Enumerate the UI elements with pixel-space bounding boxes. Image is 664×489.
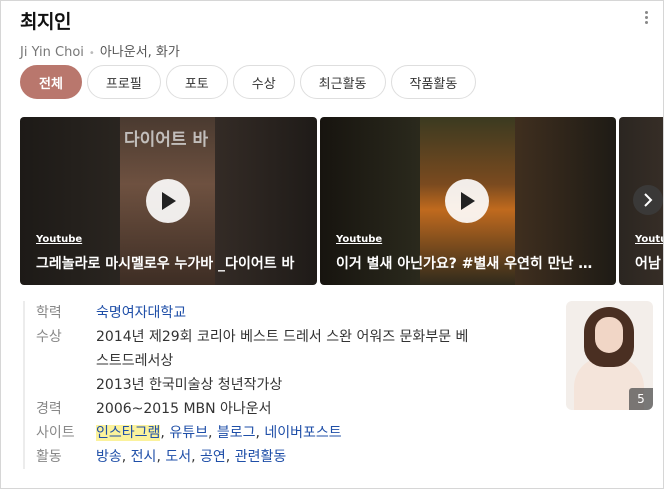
career-text: 2006~2015 MBN 아나운서: [96, 401, 272, 417]
site-link-youtube[interactable]: 유튜브: [169, 425, 208, 441]
thumbnail-overlay-text: 다이어트 바: [124, 130, 209, 150]
profile-header: 최지인 Ji Yin Choi • 아나운서, 화가: [20, 7, 180, 60]
tab-photo[interactable]: 포토: [165, 65, 228, 99]
video-title[interactable]: 어남: [635, 253, 663, 273]
tab-awards[interactable]: 수상: [232, 65, 295, 99]
carousel-next-button[interactable]: [633, 185, 663, 215]
video-carousel: 다이어트 바 Youtube 그레놀라로 마시멜로우 누가바 _다이어트 바 Y…: [20, 117, 663, 285]
profile-name: 최지인: [20, 11, 71, 33]
info-label: 경력: [36, 401, 62, 417]
award-text: 2013년 한국미술상 청년작가상: [96, 377, 283, 393]
info-label: 수상: [36, 329, 62, 345]
award-text: 스트드레서상: [96, 353, 174, 369]
activity-link[interactable]: 전시: [131, 449, 157, 465]
activity-link[interactable]: 공연: [200, 449, 226, 465]
video-source[interactable]: Youtube: [36, 234, 82, 245]
info-row-education: 학력 숙명여자대학교: [36, 301, 546, 325]
site-link-blog[interactable]: 블로그: [217, 425, 256, 441]
info-row-activities: 활동 방송, 전시, 도서, 공연, 관련활동: [36, 445, 546, 469]
info-row-awards: 수상 2014년 제29회 코리아 베스트 드레서 스완 어워즈 문화부문 베 …: [36, 325, 546, 397]
tab-all[interactable]: 전체: [20, 65, 82, 99]
award-text: 2014년 제29회 코리아 베스트 드레서 스완 어워즈 문화부문 베: [96, 329, 469, 345]
tab-bar: 전체 프로필 포토 수상 최근활동 작품활동: [20, 65, 477, 99]
info-label: 활동: [36, 449, 62, 465]
video-card[interactable]: Youtube 이거 별새 아닌가요? #별새 우연히 만난 풍경: [320, 117, 616, 285]
site-link-instagram[interactable]: 인스타그램: [96, 425, 161, 441]
profile-panel: 최지인 Ji Yin Choi • 아나운서, 화가 전체 프로필 포토 수상 최근…: [0, 0, 664, 489]
tab-recent-activity[interactable]: 최근활동: [299, 65, 386, 99]
tab-works[interactable]: 작품활동: [390, 65, 477, 99]
occupation: 아나운서, 화가: [99, 45, 180, 60]
photo-count-badge: 5: [629, 388, 653, 410]
profile-photo[interactable]: 5: [566, 301, 653, 410]
profile-subtitle: Ji Yin Choi • 아나운서, 화가: [20, 41, 180, 60]
info-row-career: 경력 2006~2015 MBN 아나운서: [36, 397, 546, 421]
activity-link[interactable]: 도서: [165, 449, 191, 465]
play-icon[interactable]: [146, 179, 190, 223]
info-label: 학력: [36, 305, 62, 321]
site-link-naver-post[interactable]: 네이버포스트: [264, 425, 341, 441]
info-row-sites: 사이트 인스타그램, 유튜브, 블로그, 네이버포스트: [36, 421, 546, 445]
more-options-icon[interactable]: [645, 11, 649, 26]
video-title[interactable]: 그레놀라로 마시멜로우 누가바 _다이어트 바: [36, 253, 304, 273]
video-card[interactable]: 다이어트 바 Youtube 그레놀라로 마시멜로우 누가바 _다이어트 바: [20, 117, 317, 285]
chevron-right-icon: [644, 193, 653, 207]
info-label: 사이트: [36, 425, 75, 441]
video-title[interactable]: 이거 별새 아닌가요? #별새 우연히 만난 풍경: [336, 253, 604, 273]
video-source[interactable]: Youtube: [635, 234, 663, 245]
tab-profile[interactable]: 프로필: [86, 65, 161, 99]
video-source[interactable]: Youtube: [336, 234, 382, 245]
latin-name: Ji Yin Choi: [20, 45, 84, 60]
play-icon[interactable]: [445, 179, 489, 223]
education-link[interactable]: 숙명여자대학교: [96, 305, 186, 321]
separator-dot: •: [88, 48, 95, 59]
activity-link[interactable]: 관련활동: [235, 449, 287, 465]
activity-link[interactable]: 방송: [96, 449, 122, 465]
profile-info: 학력 숙명여자대학교 수상 2014년 제29회 코리아 베스트 드레서 스완 …: [23, 301, 546, 469]
